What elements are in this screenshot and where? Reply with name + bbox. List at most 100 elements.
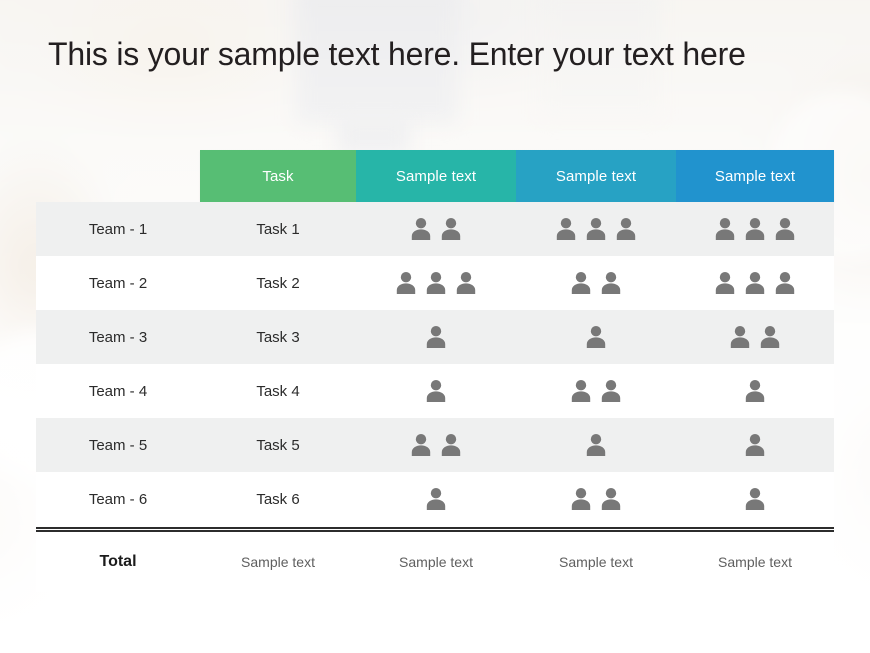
person-icon: [586, 218, 606, 240]
people-count-cell: [676, 202, 834, 256]
person-icon: [745, 488, 765, 510]
people-group: [743, 486, 767, 512]
people-group: [424, 324, 448, 350]
person-icon: [571, 272, 591, 294]
people-group: [409, 432, 463, 458]
people-group: [569, 378, 623, 404]
total-value-cell: Sample text: [516, 532, 676, 592]
slide-title: This is your sample text here. Enter you…: [48, 36, 746, 72]
people-group: [424, 378, 448, 404]
table-header-row: Task Sample text Sample text Sample text: [200, 150, 834, 202]
people-group: [569, 270, 623, 296]
total-value-cell: Sample text: [676, 532, 834, 592]
person-icon: [571, 488, 591, 510]
team-label: Team - 5: [88, 436, 148, 454]
task-label: Task 4: [256, 382, 300, 400]
people-group: [554, 216, 638, 242]
total-value: Sample text: [559, 554, 633, 570]
team-label: Team - 3: [88, 328, 148, 346]
person-icon: [745, 272, 765, 294]
task-cell: Task 6: [200, 472, 356, 526]
person-icon: [745, 218, 765, 240]
team-label: Team - 2: [88, 274, 148, 292]
people-count-cell: [516, 472, 676, 526]
people-group: [743, 432, 767, 458]
person-icon: [601, 380, 621, 402]
total-value-cell: Sample text: [200, 532, 356, 592]
person-icon: [411, 434, 431, 456]
people-group: [728, 324, 782, 350]
table-header-label: Sample text: [714, 167, 796, 185]
table-row[interactable]: Team - 4 Task 4: [36, 364, 834, 418]
person-icon: [426, 272, 446, 294]
table-row[interactable]: Team - 6 Task 6: [36, 472, 834, 526]
total-label-cell: Total: [36, 532, 200, 592]
slide-canvas: This is your sample text here. Enter you…: [0, 0, 870, 653]
people-count-cell: [676, 472, 834, 526]
people-count-cell: [516, 202, 676, 256]
person-icon: [586, 326, 606, 348]
team-label: Team - 4: [88, 382, 148, 400]
table-header-cell-1[interactable]: Sample text: [356, 150, 516, 202]
person-icon: [775, 218, 795, 240]
team-label: Team - 6: [88, 490, 148, 508]
table-header-label: Sample text: [555, 167, 637, 185]
people-count-cell: [516, 256, 676, 310]
team-cell: Team - 3: [36, 310, 200, 364]
table-header-cell-0[interactable]: Task: [200, 150, 356, 202]
total-label: Total: [99, 553, 137, 570]
person-icon: [775, 272, 795, 294]
people-count-cell: [356, 418, 516, 472]
person-icon: [456, 272, 476, 294]
team-cell: Team - 5: [36, 418, 200, 472]
people-count-cell: [676, 364, 834, 418]
people-count-cell: [356, 310, 516, 364]
task-cell: Task 3: [200, 310, 356, 364]
people-group: [424, 486, 448, 512]
task-cell: Task 1: [200, 202, 356, 256]
team-cell: Team - 2: [36, 256, 200, 310]
task-label: Task 2: [256, 274, 300, 292]
people-group: [394, 270, 478, 296]
task-cell: Task 2: [200, 256, 356, 310]
person-icon: [411, 218, 431, 240]
people-count-cell: [356, 256, 516, 310]
people-count-cell: [516, 310, 676, 364]
person-icon: [426, 380, 446, 402]
people-group: [584, 432, 608, 458]
task-cell: Task 4: [200, 364, 356, 418]
table-row[interactable]: Team - 2 Task 2: [36, 256, 834, 310]
people-count-cell: [356, 472, 516, 526]
person-icon: [745, 434, 765, 456]
person-icon: [745, 380, 765, 402]
table-row[interactable]: Team - 3 Task 3: [36, 310, 834, 364]
task-label: Task 1: [256, 220, 300, 238]
person-icon: [441, 434, 461, 456]
total-value: Sample text: [241, 554, 315, 570]
people-count-cell: [356, 202, 516, 256]
team-cell: Team - 6: [36, 472, 200, 526]
task-label: Task 6: [256, 490, 300, 508]
table-header-label: Task: [262, 167, 294, 185]
person-icon: [426, 326, 446, 348]
people-count-cell: [516, 364, 676, 418]
table-header-cell-3[interactable]: Sample text: [676, 150, 834, 202]
table-body: Team - 1 Task 1 Team - 2 Task 2 Team - 3 Task…: [36, 202, 834, 526]
table-row[interactable]: Team - 1 Task 1: [36, 202, 834, 256]
task-cell: Task 5: [200, 418, 356, 472]
people-group: [713, 216, 797, 242]
people-group: [713, 270, 797, 296]
people-group: [569, 486, 623, 512]
people-group: [584, 324, 608, 350]
people-count-cell: [676, 418, 834, 472]
person-icon: [616, 218, 636, 240]
people-group: [409, 216, 463, 242]
person-icon: [441, 218, 461, 240]
table-row[interactable]: Team - 5 Task 5: [36, 418, 834, 472]
person-icon: [715, 272, 735, 294]
person-icon: [396, 272, 416, 294]
team-cell: Team - 1: [36, 202, 200, 256]
table-header-cell-2[interactable]: Sample text: [516, 150, 676, 202]
people-count-cell: [676, 256, 834, 310]
team-label: Team - 1: [88, 220, 148, 238]
